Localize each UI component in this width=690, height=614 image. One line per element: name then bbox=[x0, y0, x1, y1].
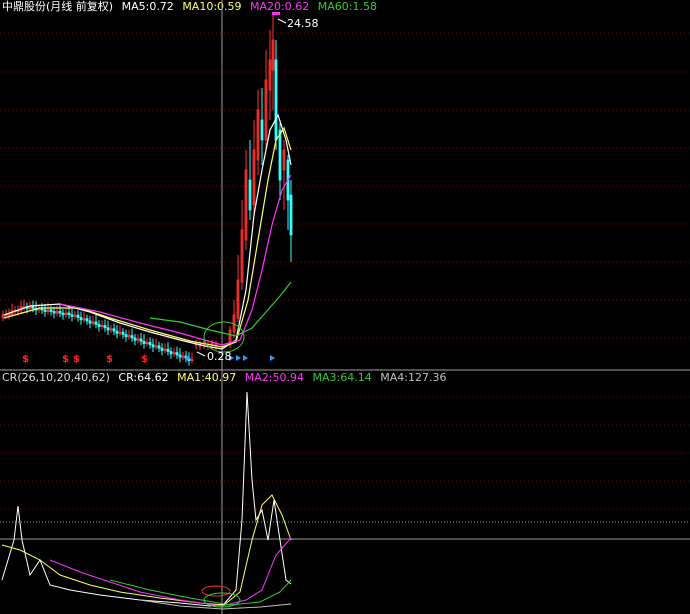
candle-body bbox=[79, 317, 83, 321]
moving-average-lines bbox=[3, 113, 292, 350]
candle-body bbox=[151, 344, 155, 348]
candle-body bbox=[278, 129, 282, 181]
candle-body bbox=[61, 312, 65, 316]
candle-body bbox=[166, 348, 170, 352]
candle-body bbox=[169, 351, 173, 355]
high-pointer bbox=[277, 18, 287, 24]
sell-signal-marker: $ bbox=[106, 354, 113, 365]
candle-body bbox=[85, 318, 89, 322]
candle-body bbox=[115, 330, 119, 334]
high-marker bbox=[272, 12, 280, 15]
cr-grid bbox=[0, 396, 690, 523]
buy-signal-marker bbox=[270, 355, 275, 361]
cr-highlight-ellipse-red bbox=[201, 585, 231, 597]
sell-signal-marker: $ bbox=[22, 354, 29, 365]
candle-body bbox=[88, 320, 92, 324]
low-price-label: 0.28 bbox=[207, 350, 232, 363]
candle-body bbox=[274, 59, 278, 141]
ma60-line bbox=[149, 281, 292, 337]
sell-signal-marker: $ bbox=[73, 354, 80, 365]
cr-indicator-lines bbox=[1, 391, 292, 610]
candle-body bbox=[106, 327, 110, 331]
price-grid bbox=[0, 32, 690, 339]
candle-body bbox=[260, 119, 264, 141]
cr-line bbox=[1, 391, 292, 607]
buy-signal-marker bbox=[236, 355, 241, 361]
candle-body bbox=[94, 321, 98, 325]
candle-body bbox=[130, 335, 134, 339]
buy-signal-marker bbox=[243, 355, 248, 361]
candle-body bbox=[121, 331, 125, 335]
candle-body bbox=[31, 306, 35, 309]
candle-body bbox=[175, 352, 179, 356]
candle-body bbox=[178, 354, 182, 358]
low-pointer bbox=[196, 351, 206, 357]
candle-body bbox=[289, 194, 293, 236]
ma10-line bbox=[3, 126, 292, 348]
sell-signal-marker: $ bbox=[141, 354, 148, 365]
candle-body bbox=[160, 347, 164, 351]
sell-signal-marker: $ bbox=[62, 354, 69, 365]
candle-body bbox=[67, 312, 71, 316]
signal-markers: $ $ $ $ $ bbox=[22, 354, 275, 365]
candle-body bbox=[70, 314, 74, 317]
candle-body bbox=[58, 310, 62, 314]
chart-canvas[interactable]: $ $ $ $ $ 24.58 0.28 bbox=[0, 0, 690, 614]
candlesticks bbox=[1, 14, 293, 366]
cr-ma1-line bbox=[1, 494, 292, 606]
ma5-line bbox=[3, 113, 292, 350]
candle-body bbox=[248, 179, 252, 211]
candle-body bbox=[103, 324, 107, 329]
candle-body bbox=[148, 341, 152, 346]
candle-body bbox=[112, 328, 116, 332]
candle-body bbox=[76, 314, 80, 318]
candle-body bbox=[124, 334, 128, 338]
candle-body bbox=[97, 323, 101, 327]
candle-body bbox=[142, 340, 146, 344]
candle-body bbox=[157, 345, 161, 349]
high-price-label: 24.58 bbox=[287, 17, 319, 30]
cr-ma3-line bbox=[109, 579, 292, 606]
candle-body bbox=[139, 338, 143, 342]
candle-body bbox=[133, 337, 137, 341]
candle-body bbox=[49, 309, 53, 312]
cr-ma2-line bbox=[49, 537, 292, 607]
candle-body bbox=[52, 311, 56, 314]
candle-body bbox=[43, 309, 47, 312]
